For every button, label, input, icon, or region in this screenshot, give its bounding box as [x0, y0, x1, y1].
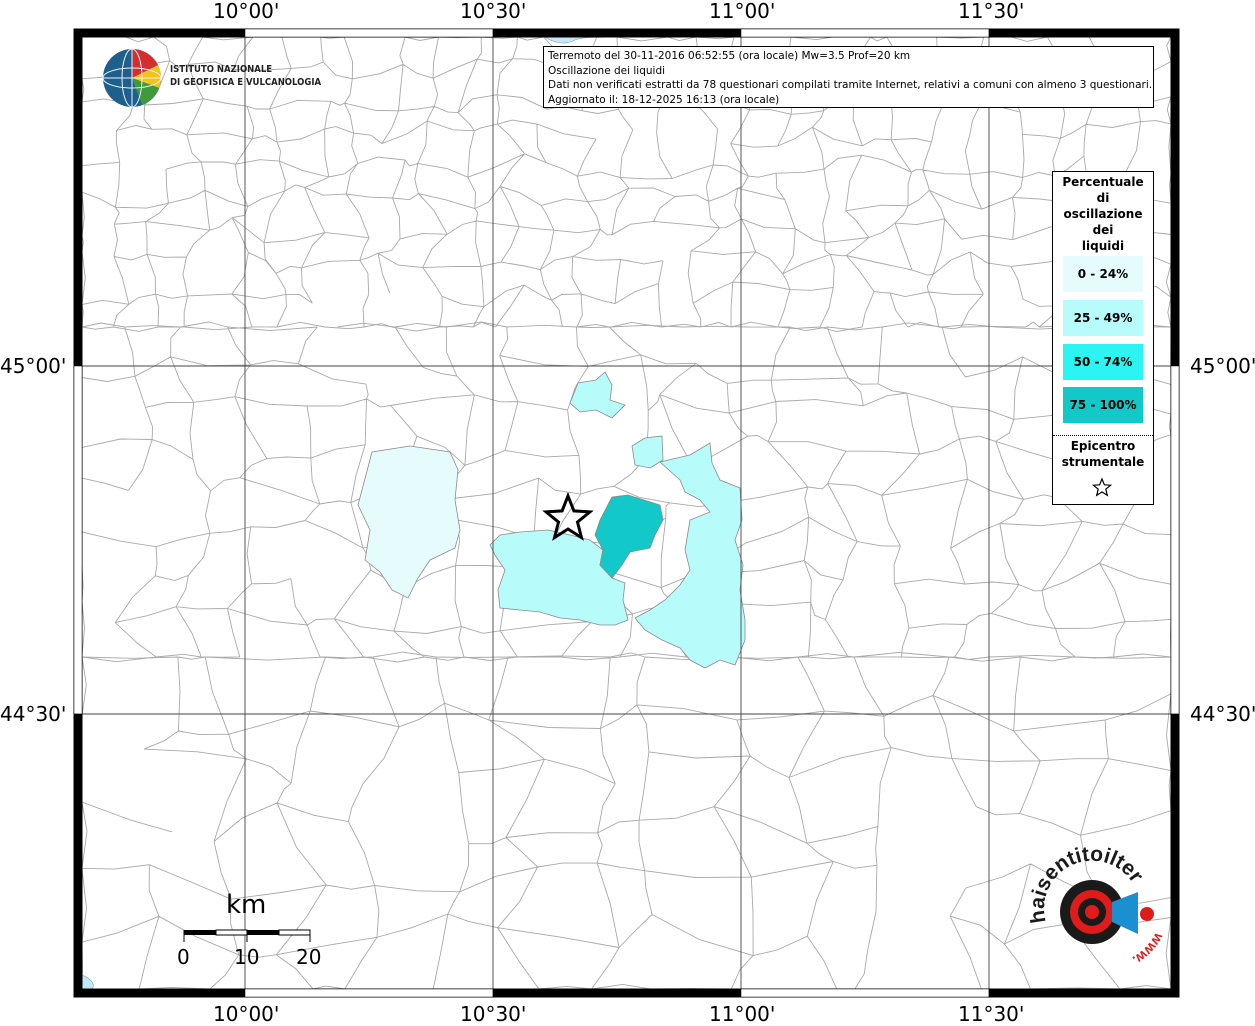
legend-class-label: 25 - 49%	[1073, 311, 1133, 325]
map-area	[82, 37, 1171, 989]
lon-label-top-3: 11°00'	[709, 0, 776, 23]
institute-line-2: DI GEOFISICA E VULCANOLOGIA	[170, 77, 322, 88]
legend-title-line: dei	[1092, 223, 1114, 237]
lat-label-left-2: 44°30'	[0, 702, 67, 726]
lon-label-bottom-1: 10°00'	[213, 1002, 280, 1026]
lon-label-bottom-4: 11°30'	[958, 1002, 1025, 1026]
map-canvas: haisentitoilterremoto.it www.	[73, 28, 1180, 998]
institute-name: ISTITUTO NAZIONALE DI GEOFISICA E VULCAN…	[170, 63, 321, 89]
event-title: Terremoto del 30-11-2016 06:52:55 (ora l…	[548, 50, 911, 62]
lon-label-top-1: 10°00'	[213, 0, 280, 23]
lon-label-top-2: 10°30'	[460, 0, 527, 23]
map-page: haisentitoilterremoto.it www. 10°00' 10°…	[0, 0, 1255, 1024]
institute-line-1: ISTITUTO NAZIONALE	[170, 64, 273, 75]
legend-class-2: 50 - 74%	[1063, 344, 1143, 380]
legend-class-label: 50 - 74%	[1073, 355, 1133, 369]
legend-title: Percentuale di oscillazione dei liquidi	[1053, 172, 1153, 254]
scale-label-0: 0	[177, 945, 190, 969]
legend-title-line: liquidi	[1081, 239, 1125, 253]
lon-label-top-4: 11°30'	[958, 0, 1025, 23]
legend-class-3: 75 - 100%	[1063, 387, 1143, 423]
legend-class-0: 0 - 24%	[1063, 256, 1143, 292]
scale-label-20: 20	[296, 945, 322, 969]
legend-class-1: 25 - 49%	[1063, 300, 1143, 336]
lon-label-bottom-3: 11°00'	[709, 1002, 776, 1026]
legend-class-label: 0 - 24%	[1077, 267, 1129, 281]
legend-class-label: 75 - 100%	[1069, 398, 1137, 412]
legend: Percentuale di oscillazione dei liquidi …	[1052, 171, 1154, 505]
legend-separator	[1053, 435, 1153, 436]
scale-label-10: 10	[234, 945, 260, 969]
data-note: Dati non verificati estratti da 78 quest…	[548, 79, 1153, 91]
lat-label-left-1: 45°00'	[0, 354, 67, 378]
legend-title-line: oscillazione	[1063, 207, 1143, 221]
event-info-box: Terremoto del 30-11-2016 06:52:55 (ora l…	[543, 46, 1154, 108]
legend-title-line: Percentuale	[1062, 175, 1144, 189]
lat-label-right-2: 44°30'	[1190, 702, 1255, 726]
legend-epicenter-line: Epicentro	[1070, 439, 1136, 453]
ingv-logo	[102, 48, 162, 108]
scale-unit: km	[226, 890, 267, 920]
lat-label-right-1: 45°00'	[1190, 354, 1255, 378]
update-time: Aggiornato il: 18-12-2025 16:13 (ora loc…	[548, 93, 780, 106]
map-subtitle: Oscillazione dei liquidi	[548, 64, 666, 77]
legend-star-icon	[1091, 477, 1113, 497]
lon-label-bottom-2: 10°30'	[460, 1002, 527, 1026]
legend-epicenter-title: Epicentro strumentale	[1053, 438, 1153, 470]
legend-epicenter-line: strumentale	[1061, 455, 1145, 469]
legend-title-line: di	[1096, 191, 1110, 205]
